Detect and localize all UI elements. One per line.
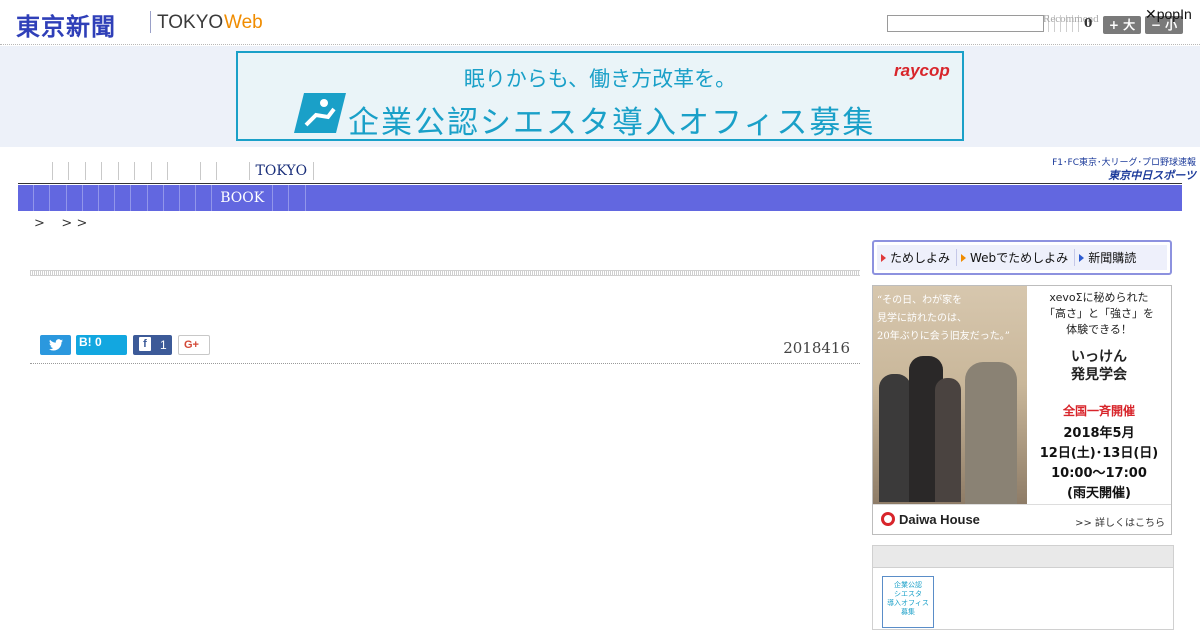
- nav-item-tokyo[interactable]: TOKYO: [250, 162, 315, 180]
- publish-date: 2018416: [783, 339, 850, 357]
- ad-photo-copy: “その日、わが家を 見学に訪れたのは、 20年ぶりに会う旧友だった。”: [877, 295, 1010, 342]
- twitter-share-button[interactable]: [40, 335, 71, 355]
- primary-nav-items: TOKYO: [36, 162, 315, 180]
- logo-divider: [150, 11, 151, 33]
- logo-tokyo-text[interactable]: TOKYO: [157, 12, 223, 34]
- popin-label: popIn: [1156, 6, 1192, 22]
- subnav-item[interactable]: [83, 185, 99, 211]
- sidebar-box-header: [873, 546, 1173, 568]
- arrow-right-icon: [961, 253, 967, 262]
- subscribe-link[interactable]: 新聞購読: [1075, 249, 1142, 266]
- ad-headline: 眠りからも、働き方改革を。: [463, 67, 737, 91]
- daiwa-house-ad[interactable]: “その日、わが家を 見学に訪れたのは、 20年ぶりに会う旧友だった。” xevo…: [872, 285, 1172, 535]
- subnav-item[interactable]: [273, 185, 290, 211]
- arrow-right-icon: [1079, 253, 1085, 262]
- ad-event-intro: xevoΣに秘められた 「高さ」と「強さ」を 体験できる！: [1044, 291, 1154, 336]
- nav-item[interactable]: [135, 162, 152, 180]
- chunichi-logo: 東京中日スポーツ: [1108, 169, 1196, 182]
- nav-item[interactable]: [69, 162, 86, 180]
- popin-logo[interactable]: ✕popIn: [1145, 6, 1192, 23]
- subnav-item[interactable]: [18, 185, 35, 211]
- nav-item[interactable]: [184, 162, 201, 180]
- nav-item[interactable]: [119, 162, 135, 180]
- ad-event-panel: xevoΣに秘められた 「高さ」と「強さ」を 体験できる！ いっけん 発見学会 …: [1027, 286, 1171, 504]
- facebook-count: 1: [160, 338, 167, 352]
- siesta-thumbnail[interactable]: 企業公認 シエスタ 導入オフィス 募集: [882, 576, 934, 628]
- top-ad-band: 眠りからも、働き方改革を。 企業公認シエスタ導入オフィス募集 raycop: [0, 46, 1200, 147]
- subnav-item[interactable]: [99, 185, 116, 211]
- ad-event-scope: 全国一斉開催: [1062, 404, 1135, 418]
- googleplus-share-button[interactable]: G+: [178, 335, 210, 355]
- ad-more-link[interactable]: >> 詳しくはこちら: [1075, 514, 1165, 529]
- facebook-share-button[interactable]: f 1: [133, 335, 172, 355]
- font-bigger-button[interactable]: + 大: [1103, 16, 1141, 34]
- sidebar-box: 企業公認 シエスタ 導入オフィス 募集: [872, 545, 1174, 630]
- googleplus-icon: G+: [184, 339, 199, 351]
- web-tameshiyomi-link[interactable]: Webでためしよみ: [957, 249, 1076, 266]
- subnav-item[interactable]: [67, 185, 83, 211]
- article-divider: [30, 363, 860, 364]
- nav-item[interactable]: [36, 162, 53, 180]
- secondary-nav: BOOK: [18, 185, 1182, 211]
- subnav-item[interactable]: [34, 185, 51, 211]
- recommend-count: 0: [1084, 16, 1093, 30]
- article-title-rule: [30, 270, 860, 276]
- facebook-icon: f: [139, 337, 151, 351]
- nav-item[interactable]: [201, 162, 217, 180]
- arrow-right-icon: [881, 253, 886, 262]
- daiwa-house-logo: Daiwa House: [881, 512, 980, 527]
- subnav-item[interactable]: [115, 185, 132, 211]
- search-input[interactable]: [887, 15, 1044, 32]
- ad-subline: 企業公認シエスタ導入オフィス募集: [348, 105, 876, 141]
- subnav-item-book[interactable]: BOOK: [212, 185, 274, 211]
- twitter-icon: [49, 339, 63, 351]
- siesta-icon: [294, 93, 346, 133]
- daiwa-logo-icon: [881, 512, 895, 526]
- subnav-item[interactable]: [180, 185, 197, 211]
- subnav-item[interactable]: [196, 185, 213, 211]
- nav-item[interactable]: [152, 162, 168, 180]
- tokyo-chunichi-sports-link[interactable]: F1･FC東京･大リーグ･プロ野球速報 東京中日スポーツ: [1040, 155, 1196, 182]
- tameshiyomi-nav: ためしよみ Webでためしよみ 新聞購読: [872, 240, 1172, 275]
- subnav-item[interactable]: [148, 185, 164, 211]
- nav-item[interactable]: [86, 162, 102, 180]
- ad-event-title: いっけん 発見学会: [1071, 349, 1127, 383]
- subnav-item[interactable]: [289, 185, 306, 211]
- tameshiyomi-link[interactable]: ためしよみ: [877, 249, 958, 266]
- ad-footer: Daiwa House >> 詳しくはこちら: [873, 504, 1171, 534]
- ad-photo: “その日、わが家を 見学に訪れたのは、 20年ぶりに会う旧友だった。”: [873, 286, 1027, 504]
- hatena-bookmark-button[interactable]: B! 0: [76, 335, 127, 355]
- primary-nav: TOKYO F1･FC東京･大リーグ･プロ野球速報 東京中日スポーツ: [18, 152, 1196, 184]
- nav-item[interactable]: [102, 162, 119, 180]
- site-header: 東京新聞 TOKYO Web Recommend 0 + 大 − 小 ✕popI…: [0, 0, 1200, 45]
- breadcrumb[interactable]: > > >: [34, 216, 87, 231]
- subnav-item[interactable]: [50, 185, 67, 211]
- logo-tokyo-shimbun[interactable]: 東京新聞: [16, 7, 116, 42]
- nav-item[interactable]: [53, 162, 69, 180]
- subnav-item[interactable]: [164, 185, 180, 211]
- logo-web-text[interactable]: Web: [224, 12, 263, 34]
- ad-event-dates: 2018年5月 12日(土)･13日(日) 10:00〜17:00 (雨天開催): [1039, 426, 1159, 501]
- raycop-logo: raycop: [894, 61, 950, 80]
- subnav-item[interactable]: [131, 185, 148, 211]
- top-banner-ad[interactable]: 眠りからも、働き方改革を。 企業公認シエスタ導入オフィス募集 raycop: [236, 51, 964, 141]
- hatena-count: B! 0: [79, 335, 102, 349]
- nav-item[interactable]: [233, 162, 250, 180]
- close-icon[interactable]: ✕: [1145, 6, 1157, 22]
